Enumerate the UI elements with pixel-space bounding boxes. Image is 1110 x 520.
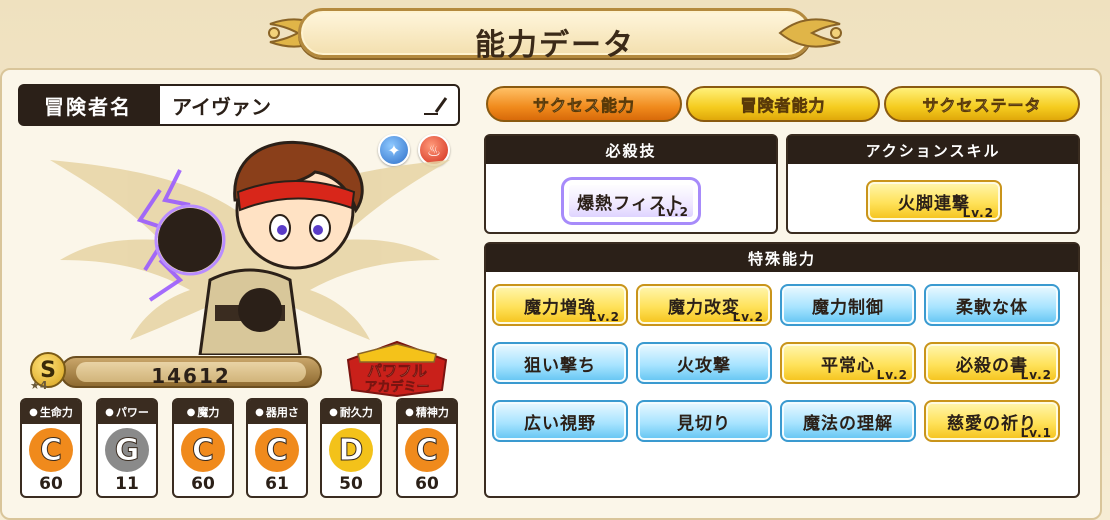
stat-label-text: 魔力 bbox=[197, 406, 220, 419]
edit-pencil-icon[interactable] bbox=[422, 94, 448, 116]
special-skill-name: 広い視野 bbox=[524, 413, 596, 434]
special-skill-chip[interactable]: 柔軟な体 bbox=[924, 284, 1060, 326]
stat-grade: C bbox=[29, 428, 73, 472]
special-skill-level: Lv.2 bbox=[1020, 368, 1052, 382]
powerful-academy-logo: パワフル アカデミー bbox=[346, 340, 448, 398]
special-skill-chip[interactable]: 魔力増強 Lv.2 bbox=[492, 284, 628, 326]
special-skill-level: Lv.1 bbox=[1020, 426, 1052, 440]
special-skill-name: 柔軟な体 bbox=[956, 297, 1028, 318]
special-skill-level: Lv.2 bbox=[876, 368, 908, 382]
special-skill-chip[interactable]: 慈愛の祈り Lv.1 bbox=[924, 400, 1060, 442]
special-skill-name: 火攻撃 bbox=[677, 355, 731, 376]
special-skill-chip[interactable]: 魔力制御 bbox=[780, 284, 916, 326]
special-skill-chip[interactable]: 魔法の理解 bbox=[780, 400, 916, 442]
special-skill-chip[interactable]: 平常心 Lv.2 bbox=[780, 342, 916, 384]
special-skill-name: 平常心 bbox=[821, 355, 875, 376]
stat-tile: ● 器用さ C 61 bbox=[246, 398, 308, 498]
special-skill-name: 魔法の理解 bbox=[803, 413, 893, 434]
special-skill-level: Lv.2 bbox=[588, 310, 620, 324]
special-skill-name: 見切り bbox=[677, 413, 731, 434]
stat-grade: G bbox=[105, 428, 149, 472]
finisher-header: 必殺技 bbox=[486, 136, 776, 164]
rank-stars: ★4 bbox=[30, 379, 48, 392]
stat-tile: ● パワー G 11 bbox=[96, 398, 158, 498]
action-skill-name: 火脚連撃 bbox=[898, 193, 970, 214]
adventurer-name-label: 冒険者名 bbox=[18, 84, 158, 126]
stat-grade: C bbox=[255, 428, 299, 472]
special-skill-chip[interactable]: 見切り bbox=[636, 400, 772, 442]
tab-success-data[interactable]: サクセステータ bbox=[884, 86, 1080, 122]
finisher-skill-level: Lv.2 bbox=[657, 205, 689, 219]
hand-icon: ● bbox=[255, 406, 264, 418]
shield-icon: ● bbox=[329, 406, 338, 418]
heart-icon: ● bbox=[29, 406, 38, 418]
stat-label: ● 耐久力 bbox=[322, 400, 380, 424]
finisher-skill-chip[interactable]: 爆熱フィスト Lv.2 bbox=[564, 180, 698, 222]
special-skill-chip[interactable]: 必殺の書 Lv.2 bbox=[924, 342, 1060, 384]
stat-value: 60 bbox=[415, 474, 439, 494]
special-skill-chip[interactable]: 広い視野 bbox=[492, 400, 628, 442]
stat-tile: ● 生命力 C 60 bbox=[20, 398, 82, 498]
stat-value: 60 bbox=[191, 474, 215, 494]
stat-grade: C bbox=[405, 428, 449, 472]
stat-label: ● 生命力 bbox=[22, 400, 80, 424]
stat-value: 61 bbox=[265, 474, 289, 494]
stat-label: ● 精神力 bbox=[398, 400, 456, 424]
spirit-icon: ● bbox=[405, 406, 414, 418]
action-skill-header: アクションスキル bbox=[788, 136, 1078, 164]
stat-label-text: 器用さ bbox=[265, 406, 299, 419]
academy-line2: アカデミー bbox=[364, 379, 429, 395]
academy-line1: パワフル bbox=[367, 362, 427, 380]
power-bar: 14612 bbox=[60, 356, 322, 388]
special-skill-name: 狙い撃ち bbox=[524, 355, 596, 376]
action-skill-chip[interactable]: 火脚連撃 Lv.2 bbox=[866, 180, 1002, 222]
special-skill-name: 魔力増強 bbox=[524, 297, 596, 318]
title-banner: 能力データ bbox=[262, 4, 848, 63]
stat-grade: D bbox=[329, 428, 373, 472]
special-skill-name: 必殺の書 bbox=[956, 355, 1028, 376]
stat-grade: C bbox=[181, 428, 225, 472]
tab-adventurer-ability[interactable]: 冒険者能力 bbox=[686, 86, 880, 122]
special-skill-level: Lv.2 bbox=[732, 310, 764, 324]
action-skill-level: Lv.2 bbox=[962, 206, 994, 220]
magic-hand-icon: ● bbox=[186, 406, 196, 418]
special-skill-chip[interactable]: 火攻撃 bbox=[636, 342, 772, 384]
character-portrait bbox=[136, 140, 364, 355]
special-skill-chip[interactable]: 狙い撃ち bbox=[492, 342, 628, 384]
stat-label: ● パワー bbox=[98, 400, 156, 424]
stat-label-text: パワー bbox=[115, 406, 149, 419]
stat-label: ● 器用さ bbox=[248, 400, 306, 424]
page-title: 能力データ bbox=[475, 28, 635, 63]
stat-tile: ● 耐久力 D 50 bbox=[320, 398, 382, 498]
stat-tile: ● 魔力 C 60 bbox=[172, 398, 234, 498]
stat-label-text: 耐久力 bbox=[339, 406, 373, 419]
special-abilities-header: 特殊能力 bbox=[486, 244, 1078, 272]
tab-success-ability[interactable]: サクセス能力 bbox=[486, 86, 682, 122]
adventurer-name-field[interactable]: アイヴァン bbox=[158, 84, 460, 126]
stat-tile: ● 精神力 C 60 bbox=[396, 398, 458, 498]
stat-label-text: 生命力 bbox=[39, 406, 73, 419]
stat-value: 50 bbox=[339, 474, 363, 494]
special-skill-name: 魔力改変 bbox=[668, 297, 740, 318]
stat-label: ● 魔力 bbox=[174, 400, 232, 424]
power-bar-inner: 14612 bbox=[76, 362, 306, 388]
arm-icon: ● bbox=[105, 406, 114, 418]
stat-label-text: 精神力 bbox=[415, 406, 449, 419]
special-skill-chip[interactable]: 魔力改変 Lv.2 bbox=[636, 284, 772, 326]
stat-value: 11 bbox=[115, 474, 139, 494]
title-plate: 能力データ bbox=[298, 8, 812, 63]
stat-value: 60 bbox=[39, 474, 63, 494]
special-skill-name: 魔力制御 bbox=[812, 297, 884, 318]
ornament-right-icon bbox=[778, 18, 842, 48]
adventurer-name-value: アイヴァン bbox=[172, 94, 271, 119]
power-value: 14612 bbox=[151, 364, 231, 388]
